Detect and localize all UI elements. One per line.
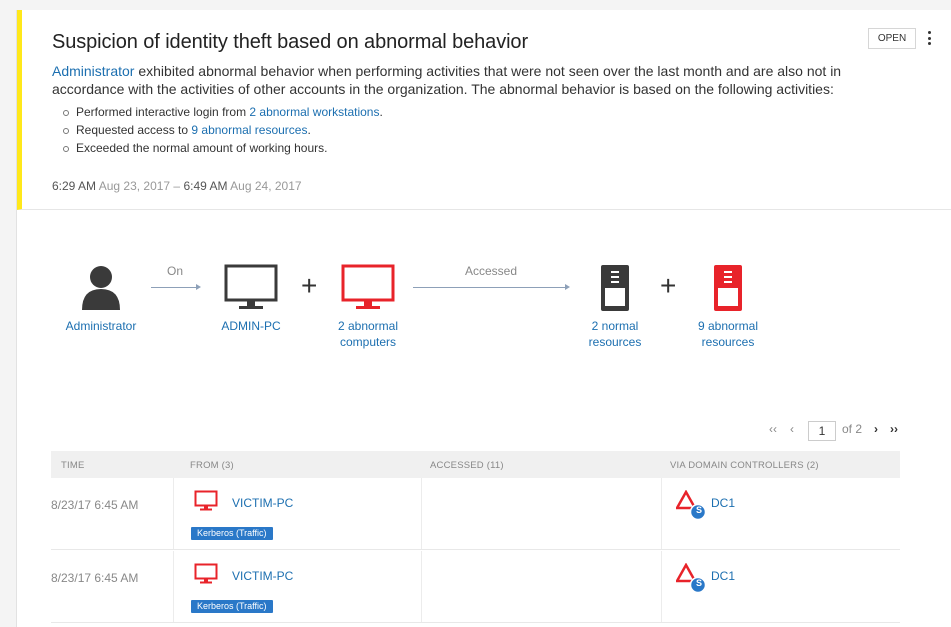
dc-badge: S (695, 505, 702, 515)
arrow-head-icon (565, 284, 570, 290)
server-icon (600, 264, 630, 317)
admin-pc-node[interactable]: ADMIN-PC (201, 318, 301, 334)
table-row[interactable]: 8/23/17 6:45 AM VICTIM-PC Kerberos (Traf… (51, 478, 900, 550)
column-header-time[interactable]: TIME (61, 460, 85, 471)
table-row[interactable]: 8/23/17 6:45 AM VICTIM-PC Kerberos (Traf… (51, 551, 900, 623)
more-options-icon[interactable] (924, 27, 934, 49)
normal-resources-node[interactable]: 2 normal resources (565, 318, 665, 350)
page-count: of 2 (842, 422, 863, 436)
abnormal-resources-node[interactable]: 9 abnormal resources (678, 318, 778, 350)
dc-cell: S DC1 (661, 551, 900, 622)
computer-icon (194, 490, 218, 517)
abnormal-workstations-link[interactable]: 2 abnormal workstations (249, 105, 379, 119)
user-icon (81, 265, 121, 316)
source-computer-link[interactable]: VICTIM-PC (232, 569, 293, 583)
computer-icon (194, 563, 218, 590)
last-page-button[interactable]: ›› (890, 422, 898, 436)
page-number-input[interactable]: 1 (808, 421, 836, 441)
plus-icon: + (301, 270, 318, 301)
table-header: TIME FROM (3) ACCESSED (11) VIA DOMAIN C… (51, 451, 900, 478)
arrow-head-icon (196, 284, 201, 290)
alert-title: Suspicion of identity theft based on abn… (52, 31, 529, 53)
domain-controller-link[interactable]: DC1 (711, 496, 735, 510)
domain-controller-link[interactable]: DC1 (711, 569, 735, 583)
dc-cell: S DC1 (661, 478, 900, 549)
abnormal-computers-node[interactable]: 2 abnormal computers (318, 318, 418, 350)
column-header-via[interactable]: VIA DOMAIN CONTROLLERS (2) (670, 460, 819, 471)
activity-list: Performed interactive login from 2 abnor… (60, 103, 383, 157)
user-link[interactable]: Administrator (52, 63, 134, 79)
user-node[interactable]: Administrator (51, 318, 151, 334)
from-cell: VICTIM-PC Kerberos (Traffic) (173, 551, 421, 622)
next-page-button[interactable]: › (874, 422, 878, 436)
prev-page-button[interactable]: ‹ (790, 422, 794, 436)
alert-description: Administrator exhibited abnormal behavio… (52, 62, 852, 98)
from-cell: VICTIM-PC Kerberos (Traffic) (173, 478, 421, 549)
list-item: Performed interactive login from 2 abnor… (60, 103, 383, 121)
plus-icon: + (660, 270, 677, 301)
abnormal-computer-icon (341, 264, 395, 317)
column-header-accessed[interactable]: ACCESSED (11) (430, 460, 504, 471)
description-text: exhibited abnormal behavior when perform… (134, 63, 842, 79)
abnormal-resources-link[interactable]: 9 abnormal resources (191, 123, 307, 137)
accessed-cell (421, 551, 661, 622)
first-page-button[interactable]: ‹‹ (769, 422, 777, 436)
time-cell: 8/23/17 6:45 AM (51, 571, 139, 585)
arrow-label-on: On (166, 264, 183, 278)
column-header-from[interactable]: FROM (3) (190, 460, 234, 471)
alert-header: Suspicion of identity theft based on abn… (17, 10, 951, 210)
protocol-badge: Kerberos (Traffic) (191, 527, 273, 540)
time-range: 6:29 AM Aug 23, 2017 – 6:49 AM Aug 24, 2… (52, 179, 302, 193)
abnormal-server-icon (713, 264, 743, 317)
protocol-badge: Kerberos (Traffic) (191, 600, 273, 613)
arrow-label-accessed: Accessed (464, 264, 518, 278)
source-computer-link[interactable]: VICTIM-PC (232, 496, 293, 510)
accessed-cell (421, 478, 661, 549)
status-button[interactable]: OPEN (868, 28, 916, 49)
description-text-2: accordance with the activities of other … (52, 81, 834, 97)
dc-badge: S (695, 578, 702, 588)
list-item: Requested access to 9 abnormal resources… (60, 121, 383, 139)
computer-icon (224, 264, 278, 317)
list-item: Exceeded the normal amount of working ho… (60, 139, 383, 157)
arrow-line (151, 287, 196, 288)
arrow-line (413, 287, 565, 288)
time-cell: 8/23/17 6:45 AM (51, 498, 139, 512)
